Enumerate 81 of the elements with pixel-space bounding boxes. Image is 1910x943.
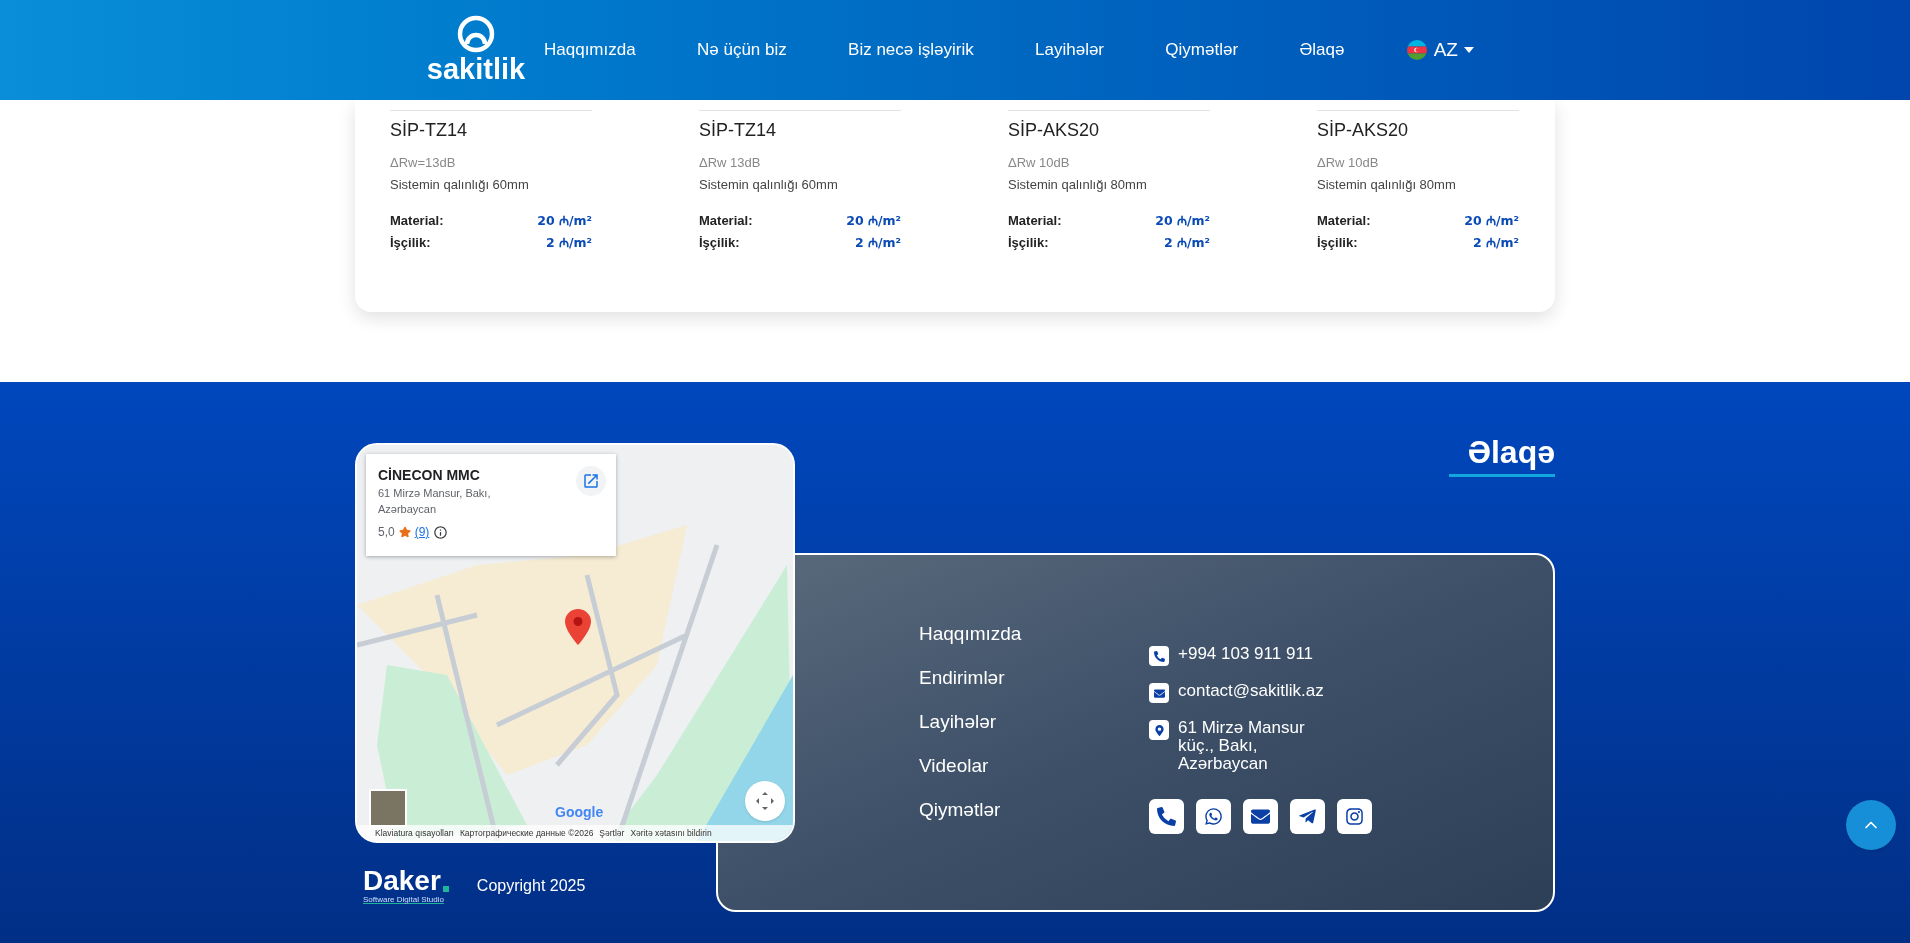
contact-text: +994 103 911 911 xyxy=(1178,645,1314,663)
nav-link[interactable]: Əlaqə xyxy=(1299,37,1345,63)
nav-link[interactable]: Haqqımızda xyxy=(544,37,636,63)
product-name: SİP-AKS20 xyxy=(1008,119,1101,141)
price-label: Material: xyxy=(1008,212,1062,230)
satellite-thumbnail[interactable] xyxy=(369,789,407,827)
footer-link[interactable]: Videolar xyxy=(919,753,1149,778)
contact-text: contact@sakitlik.az xyxy=(1178,682,1324,700)
product-spec: ΔRw 13dB xyxy=(699,154,762,172)
whatsapp-icon xyxy=(1204,807,1223,826)
nav-link[interactable]: Biz necə işləyirik xyxy=(848,37,974,63)
social-button[interactable] xyxy=(1243,799,1278,834)
caret-icon xyxy=(1463,47,1474,53)
price-label: Material: xyxy=(1317,212,1371,230)
copyright-text: Copyright 2025 xyxy=(476,876,586,896)
footer-link[interactable]: Haqqımızda xyxy=(919,621,1149,646)
social-button[interactable] xyxy=(1149,799,1184,834)
logo-icon xyxy=(456,15,496,53)
paper-plane-icon xyxy=(1298,807,1317,826)
product-spec: Sistemin qalınlığı 60mm xyxy=(390,176,530,194)
studio-tagline: Software Digital Studio xyxy=(363,895,445,905)
external-link-icon xyxy=(582,472,600,490)
attribution-link[interactable]: Xəritə xətasını bildirin xyxy=(630,826,712,840)
reviews-link[interactable]: (9) xyxy=(414,523,430,541)
map-pin-badge xyxy=(1149,720,1169,740)
attribution-link[interactable]: Şərtlər xyxy=(599,826,625,840)
flag-icon xyxy=(1405,39,1428,61)
price-value: 2 ₼/m² xyxy=(1472,234,1519,252)
product-name: SİP-TZ14 xyxy=(390,119,469,141)
price-label: İşçilik: xyxy=(1008,234,1049,252)
product-spec: ΔRw 10dB xyxy=(1317,154,1380,172)
product-spec: Sistemin qalınlığı 80mm xyxy=(1008,176,1148,194)
product-spec: Sistemin qalınlığı 80mm xyxy=(1317,176,1457,194)
social-button[interactable] xyxy=(1337,799,1372,834)
product-spec: ΔRw=13dB xyxy=(390,154,457,172)
product-name: SİP-TZ14 xyxy=(699,119,778,141)
open-map-button[interactable] xyxy=(576,466,606,496)
phone-icon xyxy=(1157,807,1176,826)
logo-text[interactable]: sakitlik xyxy=(426,53,526,85)
contact-text: 61 Mirzə Mansur küç., Bakı, Azərbaycan xyxy=(1178,719,1306,773)
price-label: Material: xyxy=(699,212,753,230)
price-value: 2 ₼/m² xyxy=(545,234,592,252)
language-selector[interactable]: AZ xyxy=(1405,35,1474,65)
product-name: SİP-AKS20 xyxy=(1317,119,1410,141)
price-label: İşçilik: xyxy=(390,234,431,252)
price-value: 2 ₼/m² xyxy=(854,234,901,252)
section-heading: Əlaqə xyxy=(1467,433,1555,471)
place-name: CİNECON MMC xyxy=(378,466,481,484)
footer-link[interactable]: Endirimlər xyxy=(919,665,1149,690)
info-icon[interactable] xyxy=(433,524,449,540)
arrows-icon xyxy=(755,791,775,811)
attribution-link[interactable]: Klaviatura qısayolları xyxy=(375,826,454,840)
social-button[interactable] xyxy=(1196,799,1231,834)
envelope-icon xyxy=(1251,807,1270,826)
price-value: 20 ₼/m² xyxy=(1464,212,1519,230)
instagram-icon xyxy=(1345,807,1364,826)
map-embed[interactable]: CİNECON MMC 61 Mirzə Mansur, Bakı, Azərbaycan 5,0 (9) Google Klaviatura qısayolları Картографические данные ©2026 Şərtlər Xəritə xətasını bildirin xyxy=(355,443,795,843)
studio-logo: Daker xyxy=(363,867,441,895)
footer-link[interactable]: Layihələr xyxy=(919,709,1149,734)
footer-link[interactable]: Qiymətlər xyxy=(919,797,1149,822)
place-address: 61 Mirzə Mansur, Bakı, Azərbaycan xyxy=(378,486,492,517)
map-pin-icon xyxy=(565,609,591,645)
price-value: 2 ₼/m² xyxy=(1163,234,1210,252)
envelope-badge xyxy=(1149,683,1169,703)
product-spec: Sistemin qalınlığı 60mm xyxy=(699,176,839,194)
attribution-link[interactable]: Картографические данные ©2026 xyxy=(459,826,594,840)
price-value: 20 ₼/m² xyxy=(537,212,592,230)
nav-link[interactable]: Nə üçün biz xyxy=(697,37,787,63)
star-icon xyxy=(398,526,411,538)
price-label: Material: xyxy=(390,212,444,230)
price-value: 20 ₼/m² xyxy=(846,212,901,230)
map-logo: Google xyxy=(555,803,604,822)
phone-badge xyxy=(1149,646,1169,666)
price-label: İşçilik: xyxy=(699,234,740,252)
rating-value: 5,0 xyxy=(378,524,395,541)
nav-link[interactable]: Qiymətlər xyxy=(1165,37,1239,63)
nav-link[interactable]: Layihələr xyxy=(1035,37,1105,63)
product-spec: ΔRw 10dB xyxy=(1008,154,1071,172)
price-label: İşçilik: xyxy=(1317,234,1358,252)
social-button[interactable] xyxy=(1290,799,1325,834)
price-value: 20 ₼/m² xyxy=(1155,212,1210,230)
